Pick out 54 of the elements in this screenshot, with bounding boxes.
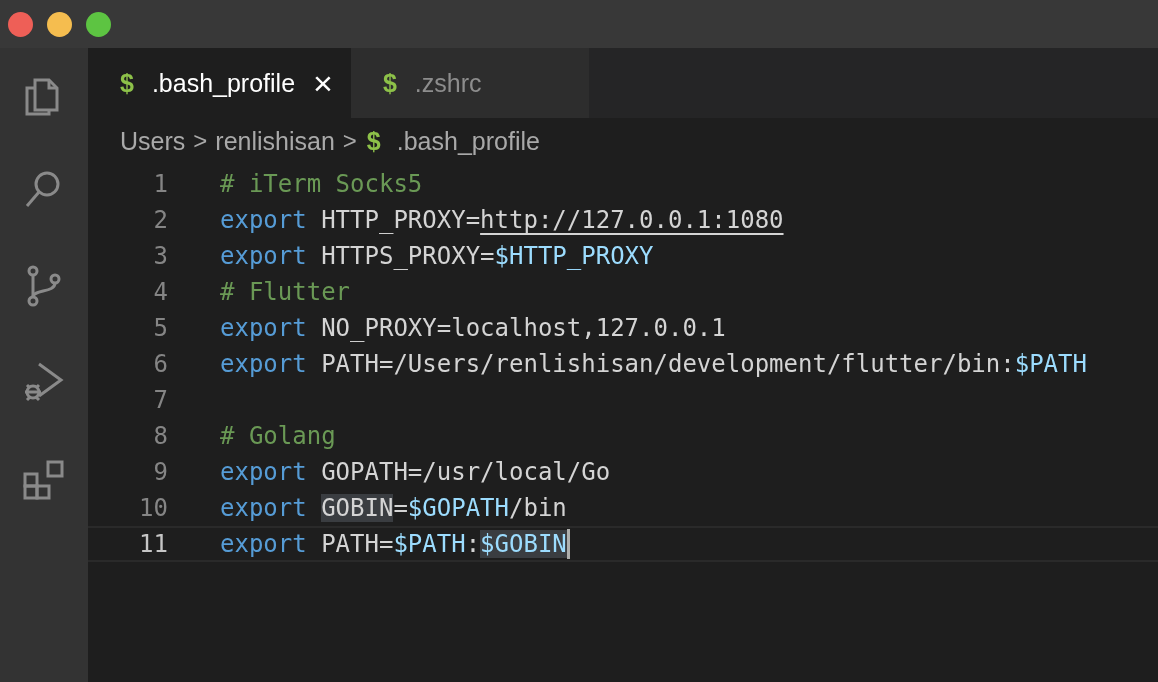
code-token: = bbox=[393, 494, 408, 522]
code-token: export bbox=[220, 314, 307, 342]
tab-label: .bash_profile bbox=[151, 68, 296, 98]
shell-file-icon: $ bbox=[366, 126, 381, 156]
line-number: 2 bbox=[152, 206, 168, 234]
code-token: export bbox=[220, 206, 307, 234]
breadcrumb-item[interactable]: Users bbox=[120, 126, 186, 156]
code-token: export bbox=[220, 350, 307, 378]
code-token: GOBIN bbox=[321, 494, 394, 522]
chevron-icon: > bbox=[342, 127, 357, 155]
line-number: 5 bbox=[152, 314, 168, 342]
code-token: : bbox=[465, 530, 481, 558]
close-icon[interactable]: × bbox=[313, 66, 333, 100]
code-token: $PATH bbox=[393, 530, 466, 558]
editor-tab[interactable]: $ .bash_profile × bbox=[88, 48, 351, 118]
code-token: $GOPATH bbox=[407, 494, 509, 522]
code-token: PATH=/Users/renlishisan/development/flutter/bin: bbox=[320, 350, 1015, 378]
code-token: $HTTP_PROXY bbox=[494, 242, 654, 270]
line-number: 3 bbox=[152, 242, 168, 270]
code-token: http://127.0.0.1:1080 bbox=[480, 206, 784, 234]
editor-tab[interactable]: $ .zshrc bbox=[350, 48, 589, 118]
minimize-window-button[interactable] bbox=[47, 11, 72, 37]
code-token: $PATH bbox=[1014, 350, 1087, 378]
line-number: 10 bbox=[138, 494, 168, 522]
code-token: NO_PROXY=localhost,127.0.0.1 bbox=[320, 314, 726, 342]
line-number: 4 bbox=[152, 278, 168, 306]
line-number: 8 bbox=[152, 422, 168, 450]
code-token: PATH= bbox=[320, 530, 394, 558]
code-token: $GOBIN bbox=[480, 530, 567, 558]
code-token: export bbox=[220, 494, 308, 522]
line-number: 7 bbox=[152, 386, 168, 414]
line-number: 1 bbox=[152, 170, 168, 198]
close-window-button[interactable] bbox=[8, 11, 33, 37]
breadcrumb-item[interactable]: .bash_profile bbox=[396, 126, 540, 156]
shell-file-icon: $ bbox=[120, 68, 134, 98]
code-token: export bbox=[220, 242, 307, 270]
text-cursor bbox=[566, 529, 570, 559]
chevron-icon: > bbox=[193, 127, 208, 155]
code-token: # Golang bbox=[220, 422, 336, 450]
code-token: # iTerm Socks5 bbox=[220, 170, 423, 198]
zoom-window-button[interactable] bbox=[86, 11, 111, 37]
breadcrumb-item[interactable]: renlishisan bbox=[215, 126, 335, 156]
tab-label: .zshrc bbox=[414, 68, 482, 98]
code-token: # Flutter bbox=[220, 278, 351, 306]
code-token: HTTPS_PROXY= bbox=[320, 242, 495, 270]
shell-file-icon: $ bbox=[382, 68, 397, 98]
code-token: export bbox=[220, 458, 307, 486]
line-number: 9 bbox=[152, 458, 168, 486]
line-number: 6 bbox=[152, 350, 168, 378]
code-token: HTTP_PROXY= bbox=[320, 206, 481, 234]
code-token: export bbox=[220, 530, 307, 558]
line-number: 11 bbox=[138, 530, 168, 558]
code-token: GOPATH=/usr/local/Go bbox=[320, 458, 611, 486]
code-token: /bin bbox=[509, 494, 567, 522]
